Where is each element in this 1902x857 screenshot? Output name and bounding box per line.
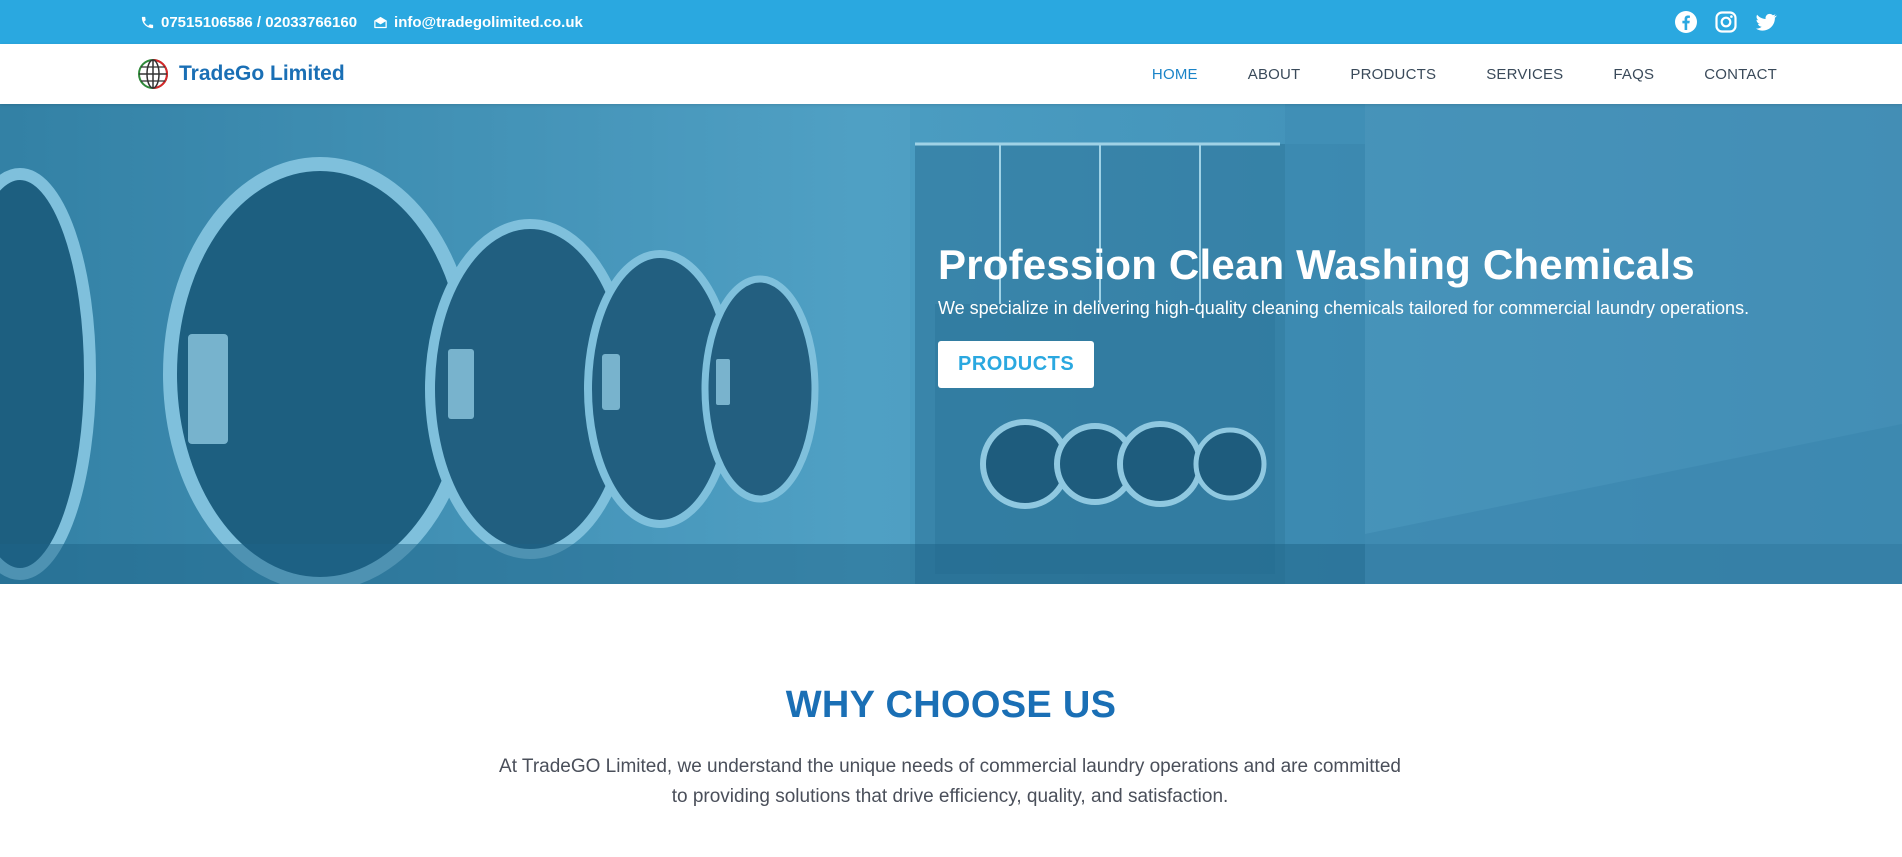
email-link[interactable]: info@tradegolimited.co.uk: [373, 14, 583, 31]
nav-item-contact[interactable]: CONTACT: [1704, 66, 1777, 83]
why-choose-us-section: WHY CHOOSE US At TradeGO Limited, we und…: [0, 584, 1902, 857]
envelope-icon: [374, 16, 387, 28]
nav-item-products[interactable]: PRODUCTS: [1350, 66, 1436, 83]
hero-title: Profession Clean Washing Chemicals: [938, 241, 1695, 288]
nav-item-home[interactable]: HOME: [1152, 66, 1198, 83]
social-links: [1674, 0, 1778, 44]
hero-banner: Profession Clean Washing Chemicals We sp…: [0, 104, 1902, 584]
twitter-icon[interactable]: [1754, 10, 1778, 34]
facebook-icon[interactable]: [1674, 10, 1698, 34]
products-button[interactable]: PRODUCTS: [938, 341, 1095, 389]
nav-item-services[interactable]: SERVICES: [1486, 66, 1563, 83]
top-contact-bar: 07515106586 / 02033766160 info@tradegoli…: [0, 0, 1902, 44]
section-title: WHY CHOOSE US: [785, 684, 1117, 726]
globe-logo-icon: [138, 59, 168, 89]
phone-link[interactable]: 07515106586 / 02033766160: [140, 14, 357, 31]
email-address: info@tradegolimited.co.uk: [394, 13, 583, 31]
section-description: At TradeGO Limited, we understand the un…: [499, 756, 1401, 807]
hero-subtitle: We specialize in delivering high-quality…: [938, 298, 1750, 319]
brand-name: TradeGo Limited: [179, 62, 345, 85]
instagram-icon[interactable]: [1714, 10, 1738, 34]
contact-info: 07515106586 / 02033766160 info@tradegoli…: [140, 0, 583, 44]
phone-numbers: 07515106586 / 02033766160: [161, 13, 358, 31]
nav-menu: HOME ABOUT PRODUCTS SERVICES FAQS CONTAC…: [1152, 44, 1777, 104]
nav-item-faqs[interactable]: FAQS: [1613, 66, 1654, 83]
phone-icon: [141, 16, 154, 28]
main-navbar: TradeGo Limited HOME ABOUT PRODUCTS SERV…: [0, 44, 1902, 104]
nav-item-about[interactable]: ABOUT: [1248, 66, 1301, 83]
brand-logo-link[interactable]: TradeGo Limited: [137, 44, 345, 104]
hero-content: Profession Clean Washing Chemicals We sp…: [938, 241, 1762, 389]
